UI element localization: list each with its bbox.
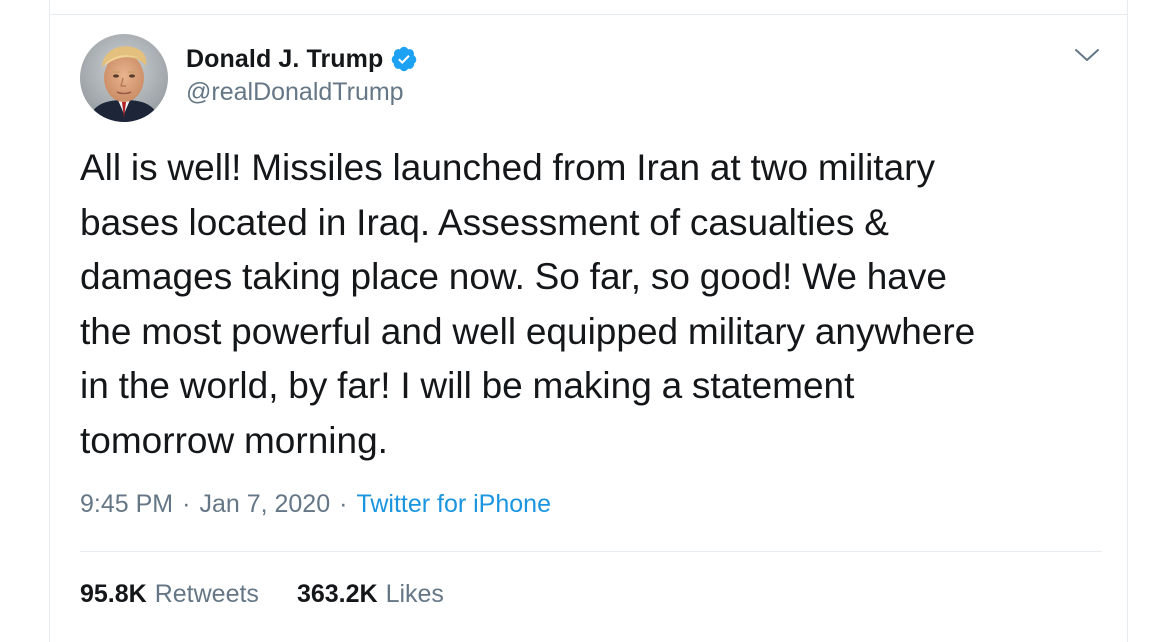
tweet-timestamp[interactable]: 9:45 PM (80, 490, 173, 519)
verified-badge-icon (390, 45, 418, 73)
author-display-name[interactable]: Donald J. Trump (186, 45, 383, 74)
tweet-date[interactable]: Jan 7, 2020 (199, 490, 330, 519)
tweet-top-border (49, 14, 1128, 15)
timeline-left-border (49, 0, 50, 642)
tweet-stats: 95.8K Retweets 363.2K Likes (80, 580, 444, 609)
meta-separator: · (182, 490, 191, 518)
tweet-page: Donald J. Trump @realDonaldTrump All is … (0, 0, 1150, 642)
tweet-source-link[interactable]: Twitter for iPhone (356, 490, 551, 519)
timeline-right-border (1127, 0, 1128, 642)
author-name-row[interactable]: Donald J. Trump (186, 42, 418, 76)
likes-label: Likes (385, 580, 444, 608)
tweet-meta: 9:45 PM · Jan 7, 2020 · Twitter for iPho… (80, 490, 551, 519)
chevron-down-icon[interactable] (1072, 40, 1102, 70)
meta-separator: · (339, 490, 348, 518)
likes-stat[interactable]: 363.2K Likes (297, 580, 444, 609)
retweets-count: 95.8K (80, 580, 147, 608)
avatar[interactable] (80, 34, 168, 122)
author-handle[interactable]: @realDonaldTrump (186, 78, 404, 107)
stats-divider (80, 551, 1102, 552)
retweets-label: Retweets (154, 580, 259, 608)
likes-count: 363.2K (296, 580, 378, 608)
user-avatar-photo-icon (80, 34, 168, 122)
retweets-stat[interactable]: 95.8K Retweets (80, 580, 259, 609)
tweet-text: All is well! Missiles launched from Iran… (80, 147, 976, 461)
